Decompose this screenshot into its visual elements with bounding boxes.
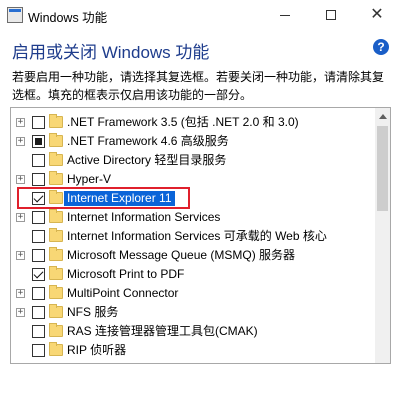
expand-plus-icon[interactable]: + xyxy=(16,137,25,146)
feature-row-hyper-v[interactable]: + Hyper-V xyxy=(11,170,375,189)
feature-checkbox[interactable] xyxy=(32,306,45,319)
feature-label: RAS 连接管理器管理工具包(CMAK) xyxy=(67,324,258,338)
feature-checkbox[interactable] xyxy=(32,325,45,338)
feature-row-dotnet46[interactable]: + .NET Framework 4.6 高级服务 xyxy=(11,132,375,151)
feature-label: Active Directory 轻型目录服务 xyxy=(67,153,227,167)
feature-checkbox[interactable] xyxy=(32,154,45,167)
feature-row-internet-explorer[interactable]: Internet Explorer 11 xyxy=(11,189,375,208)
folder-icon xyxy=(49,114,63,128)
feature-label: Microsoft Message Queue (MSMQ) 服务器 xyxy=(67,248,296,262)
feature-row-iis-hostable-web-core[interactable]: Internet Information Services 可承载的 Web 核… xyxy=(11,227,375,246)
folder-icon xyxy=(49,266,63,280)
folder-icon xyxy=(49,342,63,356)
expand-plus-icon[interactable]: + xyxy=(16,308,25,317)
minimize-icon xyxy=(280,14,290,16)
folder-icon xyxy=(49,285,63,299)
vertical-scrollbar[interactable] xyxy=(375,108,390,363)
feature-label: .NET Framework 3.5 (包括 .NET 2.0 和 3.0) xyxy=(67,115,299,129)
feature-row-multipoint-connector[interactable]: + MultiPoint Connector xyxy=(11,284,375,303)
feature-checkbox[interactable] xyxy=(32,344,45,357)
feature-label: Internet Information Services 可承载的 Web 核… xyxy=(67,229,327,243)
feature-label-selected: Internet Explorer 11 xyxy=(64,191,175,206)
feature-checkbox[interactable] xyxy=(32,287,45,300)
folder-icon xyxy=(49,228,63,242)
maximize-icon xyxy=(326,10,336,20)
expand-plus-icon[interactable]: + xyxy=(16,213,25,222)
page-heading: 启用或关闭 Windows 功能 xyxy=(12,43,210,62)
feature-row-nfs[interactable]: + NFS 服务 xyxy=(11,303,375,322)
close-icon: ✕ xyxy=(370,6,384,23)
scroll-thumb[interactable] xyxy=(377,126,388,211)
folder-icon xyxy=(49,152,63,166)
feature-label: .NET Framework 4.6 高级服务 xyxy=(67,134,229,148)
feature-row-ras-cmak[interactable]: RAS 连接管理器管理工具包(CMAK) xyxy=(11,322,375,341)
windows-features-app-icon xyxy=(7,7,23,23)
maximize-button[interactable] xyxy=(308,0,354,30)
minimize-button[interactable] xyxy=(262,0,308,30)
feature-label: Microsoft Print to PDF xyxy=(67,267,185,281)
expand-plus-icon[interactable]: + xyxy=(16,251,25,260)
scroll-up-button[interactable] xyxy=(375,108,390,125)
expand-plus-icon[interactable]: + xyxy=(16,289,25,298)
feature-checkbox[interactable] xyxy=(32,173,45,186)
feature-checkbox-checked[interactable] xyxy=(32,268,45,281)
feature-label: NFS 服务 xyxy=(67,305,119,319)
features-tree[interactable]: + .NET Framework 3.5 (包括 .NET 2.0 和 3.0)… xyxy=(10,107,391,364)
folder-icon xyxy=(49,247,63,261)
feature-row-msmq[interactable]: + Microsoft Message Queue (MSMQ) 服务器 xyxy=(11,246,375,265)
folder-icon xyxy=(49,209,63,223)
feature-checkbox-checked[interactable] xyxy=(32,192,45,205)
expand-plus-icon[interactable]: + xyxy=(16,175,25,184)
description-text: 若要启用一种功能，请选择其复选框。若要关闭一种功能，请清除其复选框。填充的框表示… xyxy=(12,70,385,102)
feature-row-rip-listener[interactable]: RIP 侦听器 xyxy=(11,341,375,360)
feature-row-active-directory[interactable]: Active Directory 轻型目录服务 xyxy=(11,151,375,170)
help-icon[interactable]: ? xyxy=(373,39,389,55)
arrow-up-icon xyxy=(378,114,387,119)
folder-icon xyxy=(49,304,63,318)
close-button[interactable]: ✕ xyxy=(354,0,400,30)
folder-icon xyxy=(49,133,63,147)
feature-row-dotnet35[interactable]: + .NET Framework 3.5 (包括 .NET 2.0 和 3.0) xyxy=(11,113,375,132)
folder-icon xyxy=(49,190,63,204)
feature-checkbox[interactable] xyxy=(32,230,45,243)
window-title: Windows 功能 xyxy=(28,11,108,25)
title-bar[interactable]: Windows 功能 ✕ xyxy=(0,0,400,30)
feature-label: MultiPoint Connector xyxy=(67,286,179,300)
expand-plus-icon[interactable]: + xyxy=(16,118,25,127)
feature-label: Internet Information Services xyxy=(67,210,221,224)
feature-checkbox[interactable] xyxy=(32,116,45,129)
feature-label: RIP 侦听器 xyxy=(67,343,127,357)
folder-icon xyxy=(49,323,63,337)
feature-checkbox[interactable] xyxy=(32,211,45,224)
feature-label: Hyper-V xyxy=(67,172,112,186)
feature-checkbox-partial[interactable] xyxy=(32,135,45,148)
feature-row-print-to-pdf[interactable]: Microsoft Print to PDF xyxy=(11,265,375,284)
feature-row-iis[interactable]: + Internet Information Services xyxy=(11,208,375,227)
feature-checkbox[interactable] xyxy=(32,249,45,262)
folder-icon xyxy=(49,171,63,185)
